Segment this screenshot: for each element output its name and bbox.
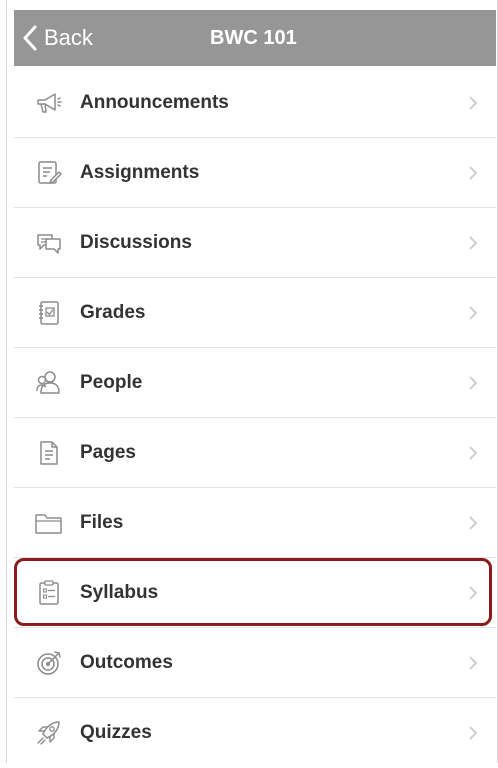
chevron-right-icon — [469, 655, 478, 670]
chevron-left-icon — [23, 25, 37, 51]
page-icon — [34, 438, 64, 468]
menu-item-label: Discussions — [80, 231, 192, 253]
chevron-right-icon — [469, 445, 478, 460]
menu-item-label: Quizzes — [80, 722, 152, 743]
quiz-rocket-icon — [34, 718, 64, 748]
menu-item-label: Syllabus — [80, 581, 159, 603]
menu-item-grades[interactable]: Grades — [14, 278, 496, 348]
menu-item-label: People — [80, 371, 143, 393]
chevron-right-icon — [469, 515, 478, 530]
chevron-right-icon — [469, 375, 478, 390]
page-title: BWC 101 — [210, 27, 297, 49]
menu-item-label: Outcomes — [80, 651, 173, 673]
syllabus-icon — [34, 578, 64, 608]
menu-item-files[interactable]: Files — [14, 488, 496, 558]
menu-item-label: Announcements — [80, 91, 229, 113]
assignment-icon — [34, 158, 64, 188]
menu-item-discussions[interactable]: Discussions — [14, 208, 496, 278]
discussion-icon — [34, 228, 64, 258]
chevron-right-icon — [469, 165, 478, 180]
menu-item-label: Grades — [80, 301, 146, 323]
back-label: Back — [44, 25, 93, 50]
menu-item-label: Pages — [80, 441, 136, 463]
chevron-right-icon — [469, 726, 478, 740]
menu-item-announcements[interactable]: Announcements — [14, 68, 496, 138]
menu-item-quizzes[interactable]: Quizzes — [14, 698, 496, 768]
menu-item-syllabus[interactable]: Syllabus — [14, 558, 496, 628]
menu-item-pages[interactable]: Pages — [14, 418, 496, 488]
back-button[interactable]: Back — [22, 10, 93, 66]
people-icon — [34, 368, 64, 398]
gradebook-icon — [34, 298, 64, 328]
menu-item-label: Files — [80, 511, 124, 533]
menu-item-people[interactable]: People — [14, 348, 496, 418]
megaphone-icon — [34, 88, 64, 118]
navigation-bar: Back BWC 101 — [14, 10, 496, 66]
outcomes-icon — [34, 648, 64, 678]
folder-icon — [34, 508, 64, 538]
chevron-right-icon — [469, 95, 478, 110]
menu-item-assignments[interactable]: Assignments — [14, 138, 496, 208]
menu-item-outcomes[interactable]: Outcomes — [14, 628, 496, 698]
course-menu-list: Announcements Assignments Discussions Gr… — [14, 68, 496, 768]
chevron-right-icon — [469, 235, 478, 250]
chevron-right-icon — [469, 585, 478, 600]
chevron-right-icon — [469, 305, 478, 320]
menu-item-label: Assignments — [80, 161, 200, 183]
